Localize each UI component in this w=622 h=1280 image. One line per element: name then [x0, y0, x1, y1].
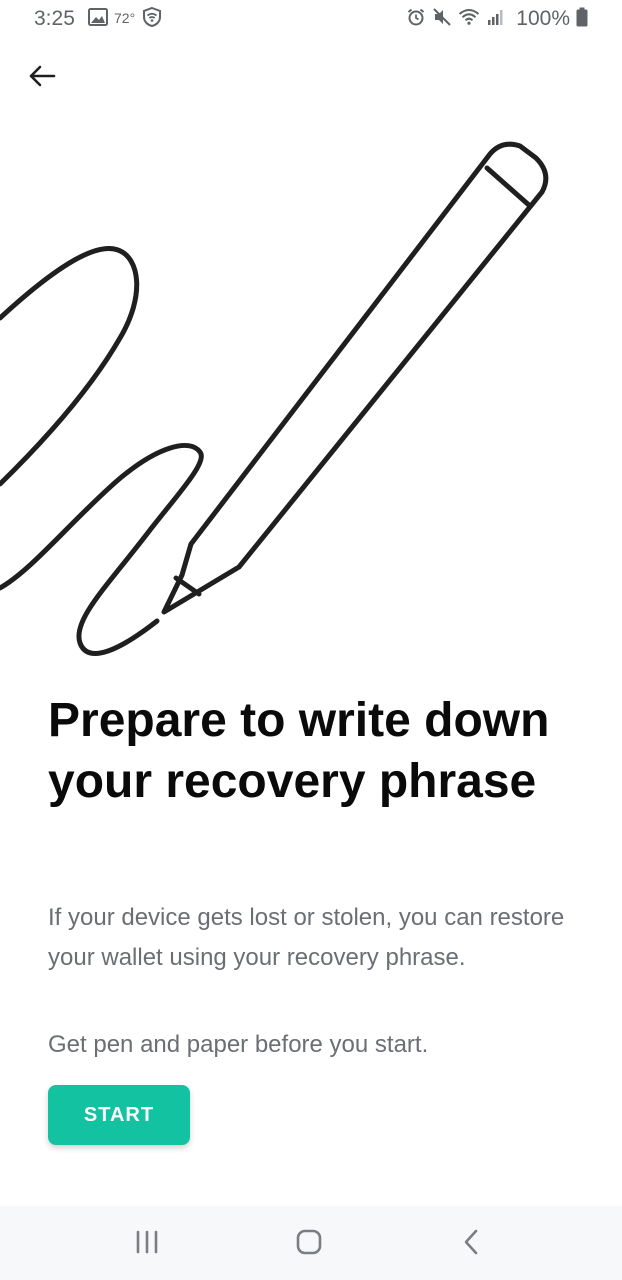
signal-icon	[486, 8, 506, 31]
image-icon	[88, 7, 108, 31]
screen: 3:25 72° 100% Prepare to write down your…	[0, 0, 622, 1280]
instruction-text: Get pen and paper before you start.	[48, 1031, 429, 1058]
arrow-left-icon	[28, 64, 56, 93]
status-right-icons: 100%	[406, 6, 588, 32]
battery-percentage: 100%	[516, 7, 570, 30]
page-title: Prepare to write down your recovery phra…	[48, 694, 550, 808]
wifi-icon	[458, 8, 480, 31]
mute-icon	[432, 7, 452, 32]
alarm-icon	[406, 7, 426, 32]
back-chevron-icon	[461, 1229, 481, 1260]
status-time: 3:25	[34, 7, 75, 30]
home-icon	[296, 1229, 322, 1260]
shield-wifi-icon	[141, 6, 163, 33]
pen-writing-illustration	[0, 130, 622, 670]
system-back-button[interactable]	[451, 1224, 491, 1264]
pen-illustration-svg	[0, 141, 549, 656]
status-temperature: 72°	[114, 10, 136, 26]
start-button[interactable]: START	[48, 1085, 190, 1145]
recents-icon	[134, 1230, 160, 1259]
status-bar: 3:25 72° 100%	[0, 0, 622, 38]
description-text: If your device gets lost or stolen, you …	[48, 904, 565, 971]
back-button[interactable]	[22, 58, 62, 98]
recents-button[interactable]	[127, 1224, 167, 1264]
system-nav-bar	[0, 1206, 622, 1280]
home-button[interactable]	[289, 1224, 329, 1264]
status-left-icons: 72°	[88, 6, 163, 33]
battery-icon	[576, 7, 588, 32]
